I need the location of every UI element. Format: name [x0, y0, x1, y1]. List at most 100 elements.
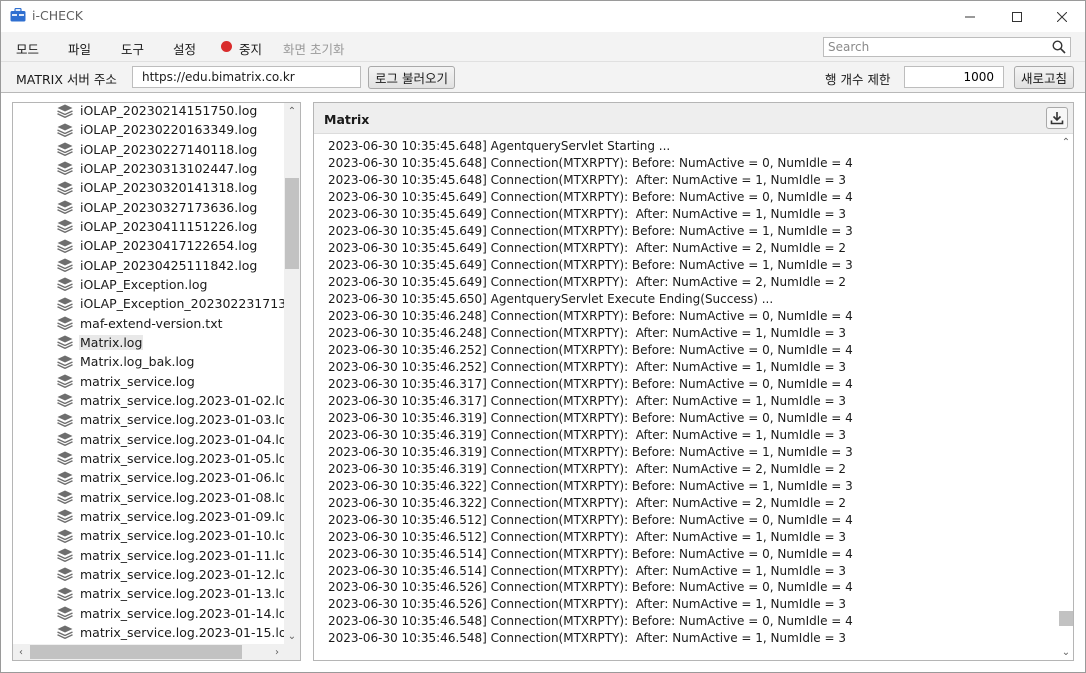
server-address-input[interactable] [132, 66, 361, 88]
log-scroll-thumb[interactable] [1059, 611, 1073, 626]
scrollbar-corner [284, 644, 300, 660]
stacked-layers-icon [57, 239, 73, 253]
log-line: 2023-06-30 10:35:45.648] AgentqueryServl… [328, 139, 671, 153]
file-tree-item[interactable]: iOLAP_20230425111842.log [57, 256, 285, 275]
stacked-layers-icon [57, 587, 73, 601]
log-line: 2023-06-30 10:35:46.319] Connection(MTXR… [328, 444, 853, 459]
toolbox-icon [10, 8, 26, 22]
menu-tools[interactable]: 도구 [121, 39, 144, 58]
file-tree-item[interactable]: Matrix.log [57, 333, 285, 352]
log-vertical-scrollbar[interactable]: ⌃ ⌄ [1058, 134, 1073, 660]
log-line: 2023-06-30 10:35:46.514] Connection(MTXR… [328, 546, 853, 561]
file-tree-item[interactable]: matrix_service.log.2023-01-05.log [57, 449, 285, 468]
file-tree-item[interactable]: matrix_service.log.2023-01-12.log [57, 565, 285, 584]
maximize-icon [1012, 11, 1022, 22]
file-name: iOLAP_20230425111842.log [80, 257, 258, 273]
file-name: matrix_service.log.2023-01-03.log [80, 412, 285, 428]
stacked-layers-icon [57, 104, 73, 118]
log-line: 2023-06-30 10:35:45.649] Connection(MTXR… [328, 257, 853, 272]
menu-mode[interactable]: 모드 [16, 39, 39, 58]
log-line: 2023-06-30 10:35:45.648] Connection(MTXR… [328, 155, 853, 170]
log-line: 2023-06-30 10:35:46.322] Connection(MTXR… [328, 478, 853, 493]
file-tree-item[interactable]: matrix_service.log.2023-01-02.log [57, 391, 285, 410]
file-tree-item[interactable]: matrix_service.log.2023-01-15.log [57, 623, 285, 642]
scroll-right-arrow-icon[interactable]: › [269, 644, 285, 660]
stacked-layers-icon [57, 123, 73, 137]
stacked-layers-icon [57, 490, 73, 505]
log-line: 2023-06-30 10:35:45.649] Connection(MTXR… [328, 274, 846, 289]
file-name: matrix_service.log.2023-01-09.log [80, 508, 285, 524]
file-tree-hscroll-thumb[interactable] [30, 645, 242, 659]
menu-settings[interactable]: 설정 [173, 39, 196, 58]
file-name: iOLAP_Exception_20230223171311 [80, 296, 285, 312]
file-tree-item[interactable]: iOLAP_20230411151226.log [57, 217, 285, 236]
file-tree-scroll-thumb[interactable] [285, 178, 299, 269]
stop-status-icon [221, 41, 232, 52]
log-line: 2023-06-30 10:35:46.248] Connection(MTXR… [328, 308, 853, 323]
file-tree-item[interactable]: iOLAP_20230320141318.log [57, 178, 285, 197]
file-name: iOLAP_20230214151750.log [80, 103, 258, 118]
scroll-left-arrow-icon[interactable]: ‹ [13, 644, 29, 660]
file-tree-item[interactable]: matrix_service.log.2023-01-08.log [57, 488, 285, 507]
stacked-layers-icon [57, 297, 73, 311]
menu-reset-screen[interactable]: 화면 초기화 [283, 39, 344, 58]
file-tree-item[interactable]: matrix_service.log.2023-01-13.log [57, 584, 285, 603]
maximize-button[interactable] [994, 1, 1040, 32]
stacked-layers-icon [57, 181, 73, 195]
log-line: 2023-06-30 10:35:46.322] Connection(MTXR… [328, 495, 846, 510]
log-line: 2023-06-30 10:35:46.548] Connection(MTXR… [328, 631, 846, 646]
file-name: Matrix.log_bak.log [80, 354, 195, 370]
log-line: 2023-06-30 10:35:45.649] Connection(MTXR… [328, 189, 853, 204]
file-tree-item[interactable]: Matrix.log_bak.log [57, 352, 285, 371]
minimize-button[interactable] [947, 1, 993, 32]
search-input[interactable] [828, 39, 1048, 55]
file-tree-item[interactable]: matrix_service.log.2023-01-04.log [57, 430, 285, 449]
close-button[interactable] [1039, 1, 1085, 32]
log-line: 2023-06-30 10:35:45.649] Connection(MTXR… [328, 206, 846, 221]
download-button[interactable] [1046, 107, 1068, 129]
load-log-button[interactable]: 로그 불러오기 [368, 66, 455, 89]
menu-file[interactable]: 파일 [68, 39, 91, 58]
row-limit-input[interactable] [904, 66, 1004, 88]
scroll-down-arrow-icon[interactable]: ⌄ [1058, 644, 1073, 660]
file-tree-item[interactable]: matrix_service.log.2023-01-11.log [57, 546, 285, 565]
stacked-layers-icon [57, 606, 73, 621]
log-line: 2023-06-30 10:35:46.317] Connection(MTXR… [328, 393, 846, 408]
log-line: 2023-06-30 10:35:46.319] Connection(MTXR… [328, 461, 846, 476]
stacked-layers-icon [57, 548, 73, 563]
file-name: matrix_service.log [80, 373, 195, 389]
file-tree-item[interactable]: iOLAP_20230227140118.log [57, 140, 285, 159]
file-name: Matrix.log [79, 334, 144, 350]
window-title: i-CHECK [32, 8, 83, 23]
log-line: 2023-06-30 10:35:46.317] Connection(MTXR… [328, 376, 853, 391]
file-tree-item[interactable]: matrix_service.log.2023-01-06.log [57, 468, 285, 487]
file-tree-item[interactable]: matrix_service.log [57, 372, 285, 391]
file-tree-item[interactable]: matrix_service.log.2023-01-10.log [57, 526, 285, 545]
scroll-up-arrow-icon[interactable]: ⌃ [1058, 134, 1073, 150]
file-name: matrix_service.log.2023-01-15.log [80, 624, 285, 640]
file-tree-item[interactable]: maf-extend-version.txt [57, 314, 285, 333]
file-tree-horizontal-scrollbar[interactable]: ‹ › [13, 644, 285, 660]
search-icon[interactable] [1052, 40, 1066, 54]
file-tree-vertical-scrollbar[interactable]: ⌃ ⌄ [284, 103, 300, 644]
log-line: 2023-06-30 10:35:46.526] Connection(MTXR… [328, 597, 846, 612]
file-tree-item[interactable]: iOLAP_Exception.log [57, 275, 285, 294]
file-tree-item[interactable]: matrix_service.log.2023-01-14.log [57, 604, 285, 623]
file-tree-item[interactable]: iOLAP_20230220163349.log [57, 120, 285, 139]
file-tree-item[interactable]: iOLAP_20230313102447.log [57, 159, 285, 178]
file-tree-item[interactable]: iOLAP_20230417122654.log [57, 236, 285, 255]
menu-stop[interactable]: 중지 [239, 39, 262, 58]
stacked-layers-icon [57, 161, 73, 176]
file-tree-item[interactable]: matrix_service.log.2023-01-09.log [57, 507, 285, 526]
refresh-button[interactable]: 새로고침 [1014, 66, 1074, 89]
file-tree-item[interactable]: matrix_service.log.2023-01-03.log [57, 410, 285, 429]
scroll-down-arrow-icon[interactable]: ⌄ [284, 628, 300, 644]
log-panel: Matrix 2023-06-30 10:35:45.648] Agentque… [313, 102, 1074, 661]
file-tree-item[interactable]: iOLAP_20230214151750.log [57, 103, 285, 120]
scroll-up-arrow-icon[interactable]: ⌃ [284, 103, 300, 119]
file-tree-item[interactable]: iOLAP_20230327173636.log [57, 198, 285, 217]
file-tree-list: iOLAP_20230214151750.log iOLAP_2023022016… [13, 103, 285, 644]
file-name: iOLAP_20230220163349.log [80, 122, 258, 138]
app-window: i-CHECK 모드 파일 도구 설정 중지 화면 초기화 MATRIX 서버 … [0, 0, 1086, 673]
file-tree-item[interactable]: iOLAP_Exception_20230223171311 [57, 294, 285, 313]
